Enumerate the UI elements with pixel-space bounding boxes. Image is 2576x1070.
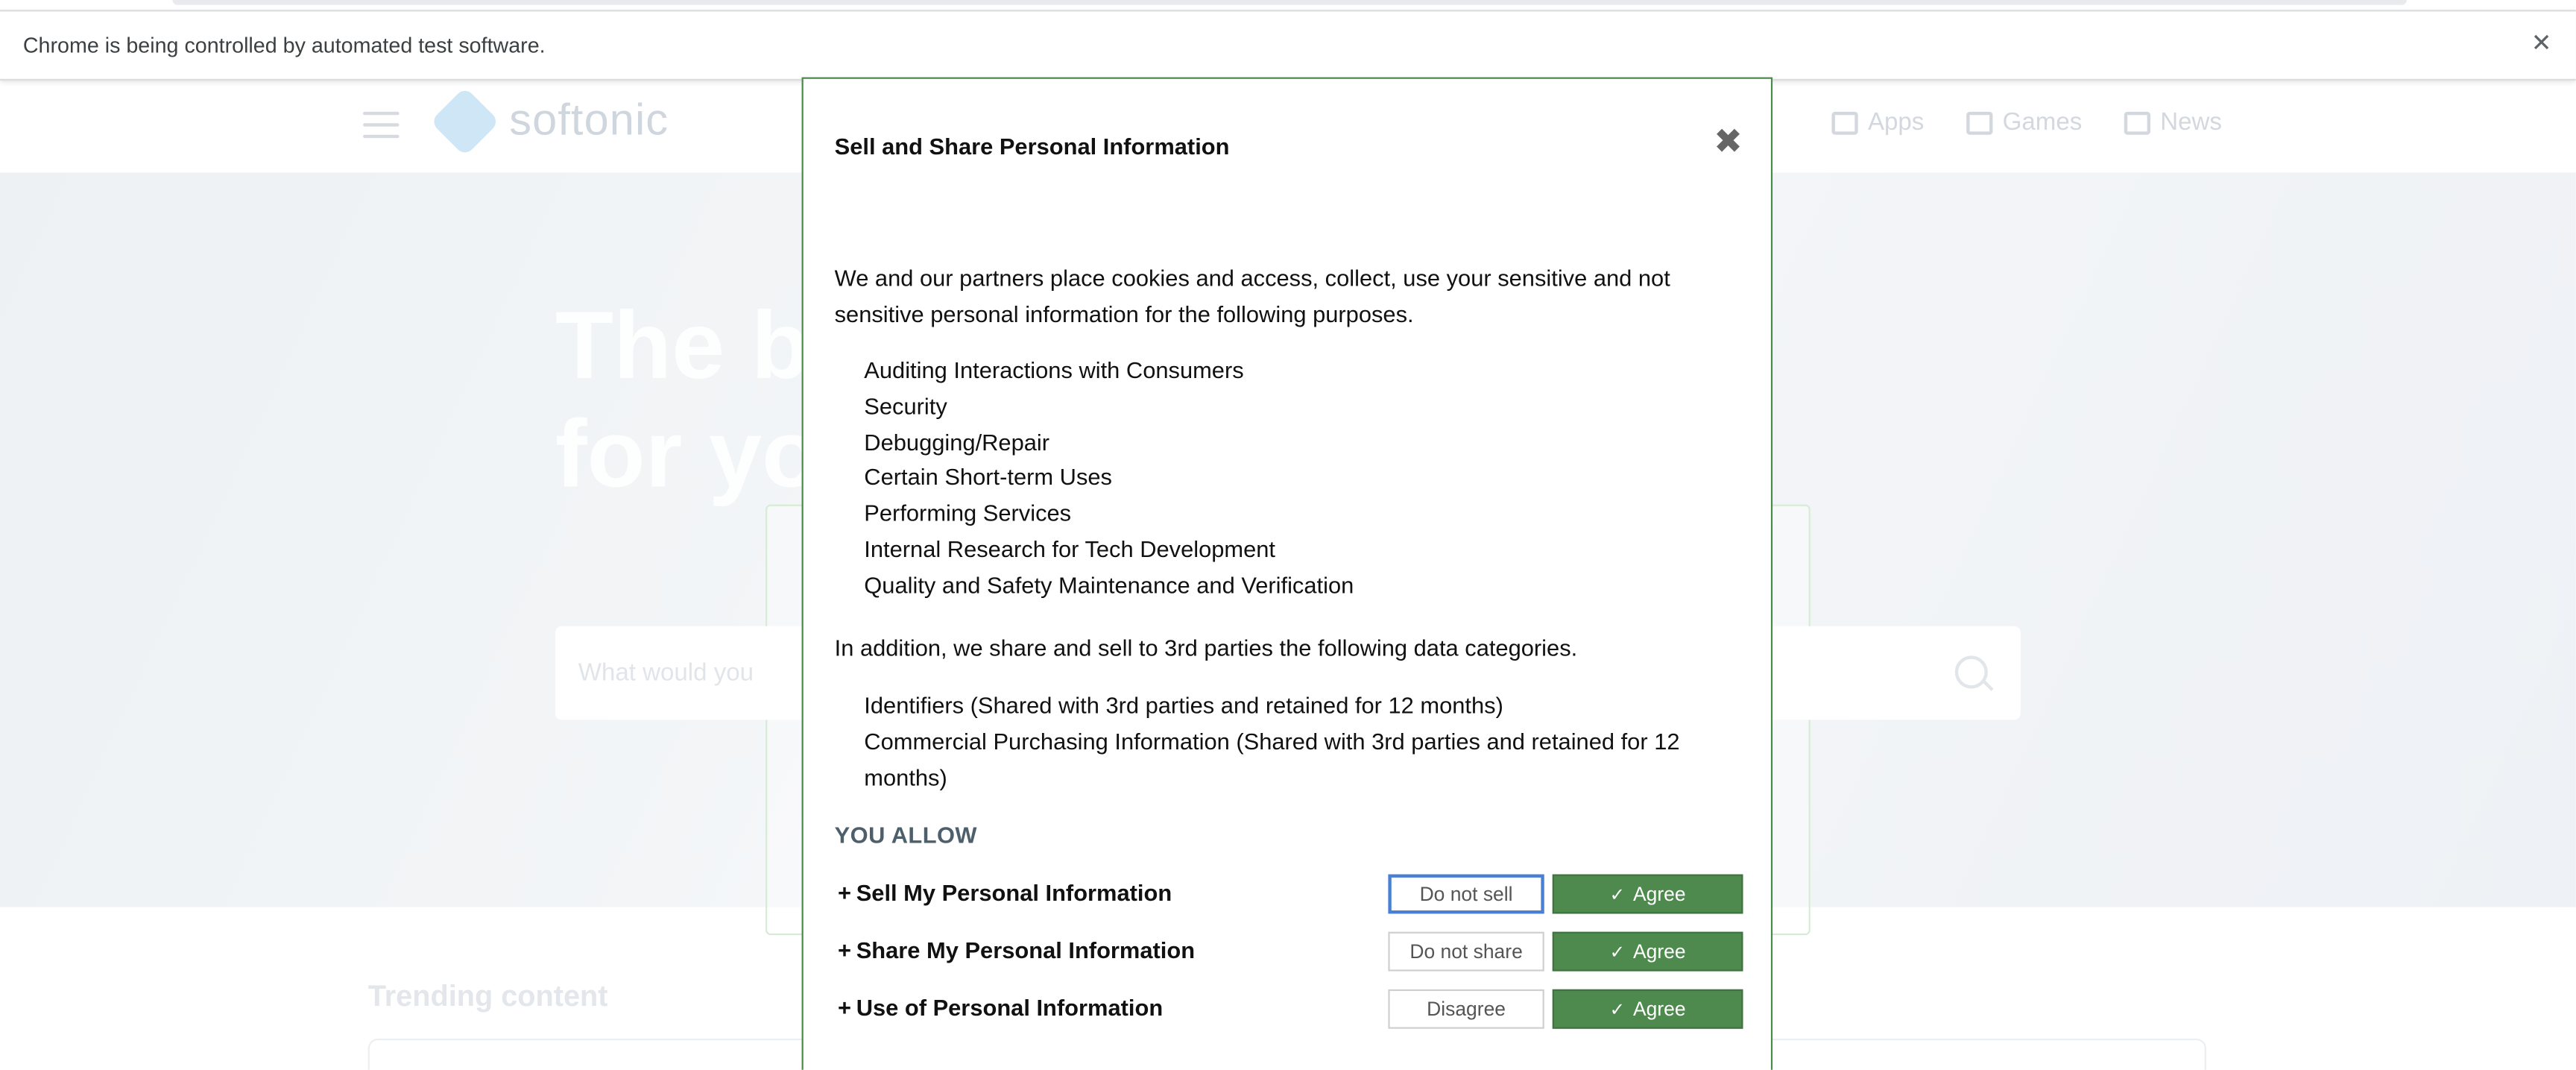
consent-modal: Sell and Share Personal Information ✖ We… <box>801 77 1773 1070</box>
list-item: Performing Services <box>864 500 1072 526</box>
share-expand-toggle[interactable]: + Share My Personal Information <box>838 937 1195 963</box>
list-item: Auditing Interactions with Consumers <box>864 356 1244 383</box>
logo-text: softonic <box>509 95 669 145</box>
check-icon: ✓ <box>1609 1001 1625 1021</box>
nav-label: Games <box>2002 108 2083 136</box>
list-item: Commercial Purchasing Information (Share… <box>864 727 1680 790</box>
logo-mark-icon <box>429 86 500 156</box>
list-item: Security <box>864 392 947 419</box>
hero-title-line: The b <box>555 292 809 400</box>
hamburger-menu-icon[interactable] <box>363 111 400 139</box>
check-icon: ✓ <box>1609 943 1625 963</box>
agree-label: Agree <box>1632 940 1686 963</box>
categories-list: Identifiers (Shared with 3rd parties and… <box>864 688 1718 796</box>
gamepad-icon <box>1966 110 1993 134</box>
data-categories-intro: In addition, we share and sell to 3rd pa… <box>834 634 1578 661</box>
you-allow-heading: YOU ALLOW <box>834 822 978 849</box>
nav-item-news[interactable]: News <box>2124 108 2222 136</box>
search-icon[interactable] <box>1954 655 1988 689</box>
automation-infobar: Chrome is being controlled by automated … <box>0 10 2576 81</box>
do-not-share-button[interactable]: Do not share <box>1388 931 1544 972</box>
apps-icon <box>1831 110 1858 134</box>
agree-sell-button[interactable]: ✓ Agree <box>1552 874 1743 914</box>
use-consent-row: + Use of Personal Information Disagree ✓ A… <box>835 989 1755 1030</box>
hero-title: The b for yo <box>555 292 820 509</box>
nav-item-games[interactable]: Games <box>1966 108 2082 136</box>
search-placeholder: What would you <box>578 658 754 687</box>
plus-icon: + <box>838 937 852 963</box>
agree-label: Agree <box>1632 997 1686 1021</box>
agree-share-button[interactable]: ✓ Agree <box>1552 931 1743 972</box>
list-item: Identifiers (Shared with 3rd parties and… <box>864 691 1503 719</box>
row-label: Use of Personal Information <box>856 994 1164 1021</box>
sell-expand-toggle[interactable]: + Sell My Personal Information <box>838 879 1172 905</box>
close-icon[interactable]: ✖ <box>1714 125 1743 160</box>
infobar-message: Chrome is being controlled by automated … <box>22 33 546 58</box>
nav-label: Apps <box>1867 108 1925 136</box>
trending-heading: Trending content <box>367 979 608 1013</box>
list-item: Debugging/Repair <box>864 428 1050 455</box>
news-icon <box>2124 110 2151 134</box>
list-item: Internal Research for Tech Development <box>864 535 1276 562</box>
row-label: Share My Personal Information <box>856 937 1196 963</box>
plus-icon: + <box>838 994 852 1021</box>
nav-label: News <box>2160 108 2222 136</box>
plus-icon: + <box>838 879 852 906</box>
use-expand-toggle[interactable]: + Use of Personal Information <box>838 994 1163 1020</box>
sell-consent-row: + Sell My Personal Information Do not sel… <box>835 874 1755 916</box>
list-item: Quality and Safety Maintenance and Verif… <box>864 571 1354 598</box>
infobar-close-icon[interactable]: ✕ <box>2527 30 2557 60</box>
nav-item-apps[interactable]: Apps <box>1831 108 1924 136</box>
share-consent-row: + Share My Personal Information Do not sh… <box>835 931 1755 973</box>
do-not-sell-button[interactable]: Do not sell <box>1388 874 1544 914</box>
hero-title-line: for yo <box>555 400 821 509</box>
purposes-list: Auditing Interactions with Consumers Sec… <box>864 353 1354 604</box>
browser-tab-strip <box>0 0 2576 10</box>
row-label: Sell My Personal Information <box>856 879 1172 906</box>
check-icon: ✓ <box>1609 885 1625 906</box>
address-bar-edge <box>172 0 2407 5</box>
agree-use-button[interactable]: ✓ Agree <box>1552 989 1743 1029</box>
site-logo[interactable]: softonic <box>429 86 669 156</box>
disagree-button[interactable]: Disagree <box>1388 989 1544 1029</box>
list-item: Certain Short-term Uses <box>864 464 1112 491</box>
modal-title: Sell and Share Personal Information <box>834 133 1230 160</box>
agree-label: Agree <box>1632 882 1686 906</box>
intro-text: We and our partners place cookies and ac… <box>834 264 1670 327</box>
